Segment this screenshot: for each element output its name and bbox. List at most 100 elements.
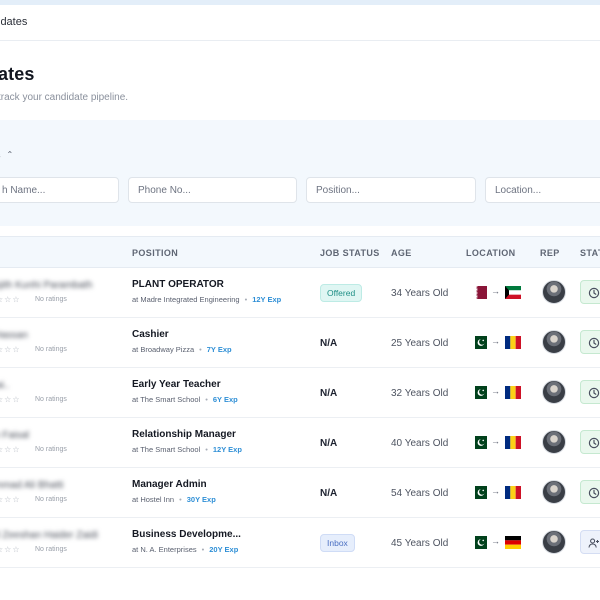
job-status-text: N/A [320,388,338,399]
table-row[interactable]: h Faisal ☆☆☆ No ratings Relationship Manage… [0,418,600,468]
rating-stars[interactable]: ☆☆☆ [0,545,21,554]
status-action-button[interactable] [580,380,600,404]
status-badge: Inbox [320,534,355,552]
position-title[interactable]: Manager Admin [132,479,207,490]
table-row[interactable]: d Zeeshan Haider Zaidi ☆☆☆ No ratings Busin… [0,518,600,568]
company-name: at The Smart School [132,445,201,454]
flag-romania-icon [505,436,521,449]
separator-dot: • [179,495,182,504]
rep-avatar[interactable] [542,480,566,504]
column-header-age[interactable]: AGE [391,248,412,258]
company-name: at N. A. Enterprises [132,545,197,554]
name-search-input[interactable] [0,177,119,203]
flag-pakistan-icon [471,486,487,499]
separator-dot: • [205,395,208,404]
candidate-name[interactable]: mmad Ali Bhatti [0,480,63,491]
status-action-button[interactable] [580,280,600,304]
breadcrumb: idates [0,5,600,41]
rating-label: No ratings [35,396,67,403]
rating-label: No ratings [35,546,67,553]
age-text: 45 Years Old [391,538,449,549]
position-title[interactable]: Business Developme... [132,529,241,540]
arrow-right-icon: → [491,336,500,346]
table-header: POSITION JOB STATUS AGE LOCATION REP STA… [0,236,600,268]
age-text: 40 Years Old [391,438,449,449]
rating-stars[interactable]: ☆☆☆ [0,495,21,504]
company-name: at Madre Integrated Engineering [132,295,240,304]
breadcrumb-label[interactable]: idates [0,16,27,28]
position-search-input[interactable] [306,177,476,203]
company-line: at Broadway Pizza • 7Y Exp [132,345,232,354]
separator-dot: • [199,345,202,354]
arrow-right-icon: → [491,536,500,546]
candidate-name[interactable]: Hassan [0,330,28,341]
rating-stars[interactable]: ☆☆☆ [0,295,21,304]
column-header-status[interactable]: STAT [580,248,600,258]
status-action-button[interactable] [580,480,600,504]
rep-avatar[interactable] [542,380,566,404]
experience-label: 12Y Exp [212,445,242,454]
rep-avatar[interactable] [542,330,566,354]
column-header-rep[interactable]: REP [540,248,560,258]
status-action-button[interactable] [580,430,600,454]
arrow-right-icon: → [491,436,500,446]
flag-pakistan-icon [471,436,487,449]
age-text: 54 Years Old [391,488,449,499]
candidate-name[interactable]: njith Kunhi Parambath [0,280,92,291]
job-status-text: N/A [320,438,338,449]
rating-label: No ratings [35,296,67,303]
age-text: 32 Years Old [391,388,449,399]
candidate-name[interactable]: iai.. [0,380,10,391]
table-row[interactable]: Hassan ☆☆☆ No ratings Cashier at Broadway Pi… [0,318,600,368]
status-action-button[interactable] [580,330,600,354]
company-name: at Broadway Pizza [132,345,195,354]
flag-germany-icon [505,536,521,549]
separator-dot: • [244,295,248,304]
page-title: ates [0,64,35,84]
rep-avatar[interactable] [542,530,566,554]
rating-stars[interactable]: ☆☆☆ [0,395,21,404]
location-search-input[interactable] [485,177,600,203]
age-text: 25 Years Old [391,338,449,349]
job-status-text: N/A [320,338,338,349]
table-row[interactable]: mmad Ali Bhatti ☆☆☆ No ratings Manager Admi… [0,468,600,518]
status-action-button[interactable] [580,530,600,554]
table-row[interactable]: njith Kunhi Parambath ☆☆☆ No ratings PLANT … [0,268,600,318]
page-subtitle: track your candidate pipeline. [0,92,129,103]
experience-label: 12Y Exp [252,295,282,304]
experience-label: 6Y Exp [212,395,238,404]
company-line: at Hostel Inn • 30Y Exp [132,495,216,504]
company-line: at The Smart School • 12Y Exp [132,445,242,454]
flag-qatar-icon [471,286,487,299]
experience-label: 20Y Exp [209,545,239,554]
company-line: at Madre Integrated Engineering • 12Y Exp [132,295,281,304]
flag-romania-icon [505,386,521,399]
rep-avatar[interactable] [542,280,566,304]
arrow-right-icon: → [491,386,500,396]
position-title[interactable]: Relationship Manager [132,429,236,440]
separator-dot: • [201,545,205,554]
candidate-name[interactable]: d Zeeshan Haider Zaidi [0,530,98,541]
age-text: 34 Years Old [391,288,449,299]
arrow-right-icon: → [491,486,500,496]
rep-avatar[interactable] [542,430,566,454]
company-line: at The Smart School • 6Y Exp [132,395,238,404]
rating-stars[interactable]: ☆☆☆ [0,445,21,454]
chevron-up-icon: ⌃ [6,150,14,159]
rating-stars[interactable]: ☆☆☆ [0,345,21,354]
filter-panel [0,120,600,226]
column-header-job-status[interactable]: JOB STATUS [320,248,380,258]
position-title[interactable]: PLANT OPERATOR [132,279,224,290]
filters-toggle[interactable]: s⌃ [0,150,13,160]
company-name: at Hostel Inn [132,495,175,504]
column-header-position[interactable]: POSITION [132,248,178,258]
phone-search-input[interactable] [128,177,297,203]
flag-pakistan-icon [471,536,487,549]
arrow-right-icon: → [491,286,500,296]
position-title[interactable]: Cashier [132,329,169,340]
candidate-name[interactable]: h Faisal [0,430,29,441]
job-status-text: N/A [320,488,338,499]
table-row[interactable]: iai.. ☆☆☆ No ratings Early Year Teacher at T… [0,368,600,418]
position-title[interactable]: Early Year Teacher [132,379,221,390]
column-header-location[interactable]: LOCATION [466,248,516,258]
